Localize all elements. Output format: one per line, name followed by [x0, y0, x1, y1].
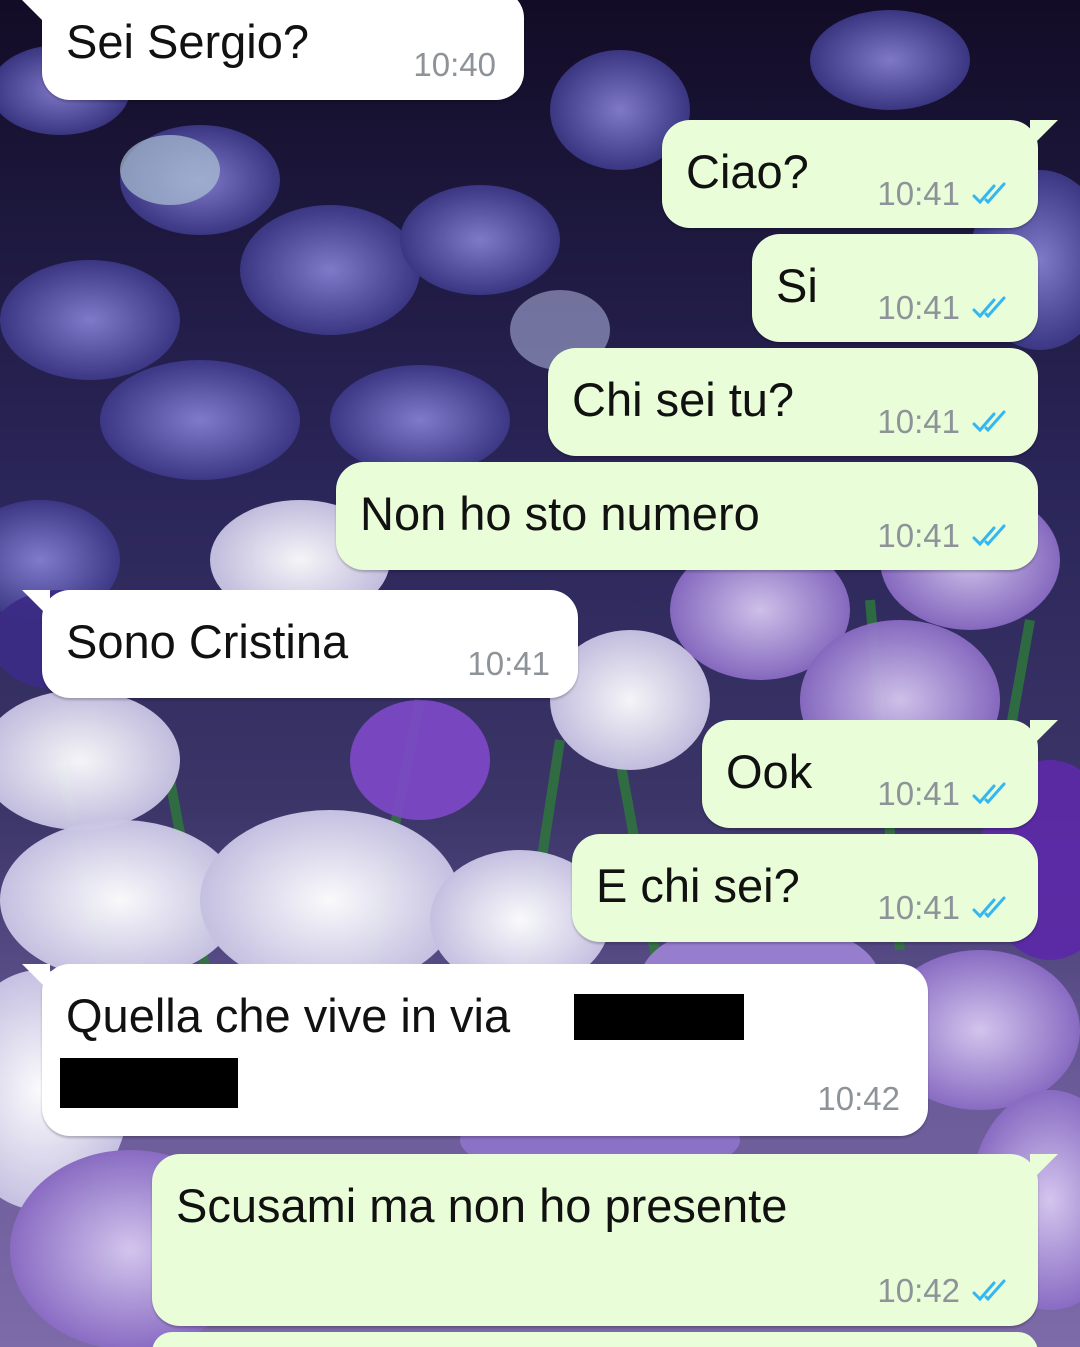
message-meta: 10:41 [467, 645, 550, 683]
bubble-tail [22, 964, 50, 992]
outgoing-message-bubble[interactable]: Non ho sto numero 10:41 [336, 462, 1038, 570]
bubble-tail [22, 0, 50, 28]
double-check-icon [972, 896, 1006, 919]
message-time: 10:41 [877, 403, 960, 440]
message-time: 10:42 [877, 1272, 960, 1309]
message-text: Sei Sergio? [66, 15, 309, 68]
double-check-icon [972, 524, 1006, 547]
message-text: Scusami ma non ho presente [176, 1179, 788, 1232]
outgoing-message-bubble[interactable]: Si 10:41 [752, 234, 1038, 342]
message-meta: 10:41 [877, 403, 1016, 441]
bubble-tail [22, 590, 50, 618]
incoming-message-bubble[interactable]: Sei Sergio? 10:40 [22, 0, 524, 100]
outgoing-message-bubble[interactable]: Chi sei tu? 10:41 [548, 348, 1038, 456]
double-check-icon [972, 782, 1006, 805]
message-time: 10:41 [877, 775, 960, 812]
message-meta: 10:41 [877, 289, 1016, 327]
message-time: 10:40 [413, 46, 496, 83]
message-time: 10:41 [877, 889, 960, 926]
message-text: E chi sei? [596, 859, 800, 912]
double-check-icon [972, 296, 1006, 319]
message-text: Si [776, 259, 818, 312]
message-text: Chi sei tu? [572, 373, 795, 426]
message-time: 10:42 [817, 1080, 900, 1117]
double-check-icon [972, 182, 1006, 205]
redaction-block [60, 1058, 238, 1108]
outgoing-message-bubble[interactable]: Ciao? 10:41 [662, 120, 1058, 228]
bubble-tail [1030, 120, 1058, 148]
message-time: 10:41 [877, 517, 960, 554]
message-meta: 10:42 [817, 1080, 900, 1118]
message-meta: 10:42 [877, 1272, 1016, 1310]
message-time: 10:41 [467, 645, 550, 682]
bubble-tail [1030, 720, 1058, 748]
redaction-block [574, 994, 744, 1040]
bubble-tail [1030, 1154, 1058, 1182]
message-meta: 10:41 [877, 175, 1016, 213]
message-meta: 10:40 [413, 46, 496, 84]
double-check-icon [972, 410, 1006, 433]
message-text: Quella che vive in via [66, 989, 511, 1042]
message-meta: 10:41 [877, 775, 1016, 813]
message-text: Sono Cristina [66, 615, 349, 668]
message-meta: 10:41 [877, 889, 1016, 927]
outgoing-message-bubble[interactable]: Scusami ma non ho presente 10:42 [152, 1154, 1058, 1326]
message-time: 10:41 [877, 175, 960, 212]
outgoing-message-bubble[interactable]: Ook 10:41 [702, 720, 1058, 828]
message-text: Ciao? [686, 145, 809, 198]
double-check-icon [972, 1279, 1006, 1302]
message-meta: 10:41 [877, 517, 1016, 555]
incoming-message-bubble[interactable]: Quella che vive in via 10:42 [22, 964, 928, 1136]
message-text: Ook [726, 745, 813, 798]
message-time: 10:41 [877, 289, 960, 326]
outgoing-message-bubble-partial[interactable] [152, 1332, 1038, 1347]
message-text: Non ho sto numero [360, 487, 760, 540]
outgoing-message-bubble[interactable]: E chi sei? 10:41 [572, 834, 1038, 942]
incoming-message-bubble[interactable]: Sono Cristina 10:41 [22, 590, 578, 698]
